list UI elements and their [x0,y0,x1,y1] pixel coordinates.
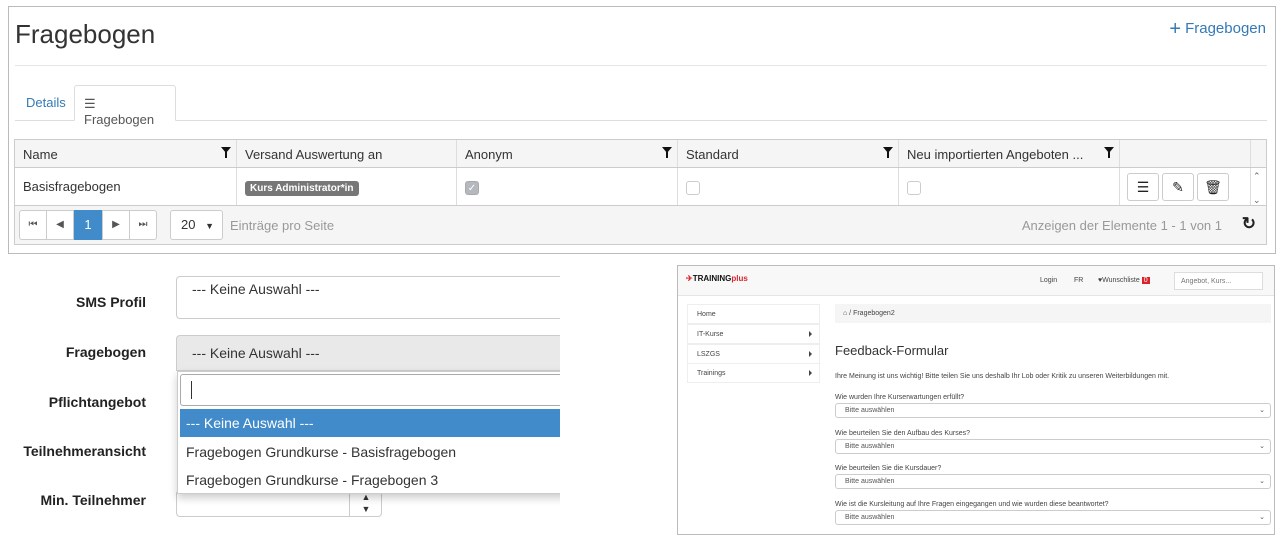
course-form-excerpt: SMS Profil --- Keine Auswahl --- Fragebo… [0,265,560,539]
language-link[interactable]: FR [1074,277,1083,284]
questions-list-button[interactable]: ☰ [1127,173,1159,201]
column-header-actions [1120,140,1251,167]
tab-bar [15,120,1267,121]
wishlist-count-badge: 0 [1141,277,1150,284]
plus-icon: + [1169,18,1182,40]
column-header-neu-importiert[interactable]: Neu importierten Angeboten ... [899,140,1120,167]
filter-icon[interactable] [883,147,893,158]
column-header-standard[interactable]: Standard [678,140,899,167]
chevron-right-icon [809,331,812,337]
column-header-anonym[interactable]: Anonym [457,140,678,167]
label-sms-profil: SMS Profil [75,294,146,310]
question-label: Wie beurteilen Sie den Aufbau des Kurses… [835,430,971,437]
column-header-versand[interactable]: Versand Auswertung an [237,140,457,167]
chevron-down-icon: ⌄ [1259,443,1265,450]
label-min-teilnehmer: Min. Teilnehmer [40,492,146,508]
text-cursor [191,381,192,399]
question-select[interactable]: Bitte auswählen ⌄ [835,474,1271,489]
cell-neu-importiert [899,168,1120,205]
question-label: Wie ist die Kursleitung auf Ihre Fragen … [835,501,1109,508]
question-select[interactable]: Bitte auswählen ⌄ [835,403,1271,418]
delete-button[interactable]: 🗑 [1197,173,1229,201]
page-size-label: Einträge pro Seite [230,218,335,233]
fragebogen-dropdown: --- Keine Auswahl --- Fragebogen Grundku… [177,371,560,494]
edit-button[interactable]: ✎ [1162,173,1194,201]
page-title: Fragebogen [15,19,156,49]
page-1-button[interactable]: 1 [74,210,102,240]
label-teilnehmeransicht: Teilnehmeransicht [23,443,146,459]
label-pflichtangebot: Pflichtangebot [48,394,146,410]
sidebar-item-lszgs[interactable]: LSZGS [687,344,820,364]
vertical-scrollbar[interactable]: ⌃ ⌄ [1253,168,1261,206]
stepper-buttons[interactable]: ▲ ▼ [349,491,382,516]
cell-standard [678,168,899,205]
question-select[interactable]: Bitte auswählen ⌄ [835,510,1271,525]
pager-info: Anzeigen der Elemente 1 - 1 von 1 [1021,218,1222,233]
trainingplus-logo[interactable]: ✈TRAININGplus [686,274,748,283]
form-intro: Ihre Meinung ist uns wichtig! Bitte teil… [835,373,1170,380]
home-icon[interactable]: ⌂ [843,310,847,317]
label-fragebogen: Fragebogen [65,344,146,360]
grid-pager: ⏮ ◀ 1 ▶ ⏭ 20 ▼ Einträge pro Seite Anzeig… [15,206,1266,244]
chevron-right-icon [809,370,812,376]
column-header-name[interactable]: Name [15,140,237,167]
dropdown-search-input[interactable] [180,374,560,406]
breadcrumb: ⌂ / Fragebogen2 [835,304,1271,323]
dropdown-option[interactable]: Fragebogen Grundkurse - Basisfragebogen [180,438,560,466]
login-link[interactable]: Login [1040,277,1057,284]
recipient-badge: Kurs Administrator*in [245,181,359,196]
tab-details[interactable]: Details [17,85,75,121]
site-search-input[interactable] [1174,272,1263,290]
question-select[interactable]: Bitte auswählen ⌄ [835,439,1271,454]
grid-header: Name Versand Auswertung an Anonym Standa… [15,140,1266,168]
min-teilnehmer-stepper[interactable]: ▲ ▼ [176,490,382,517]
cell-actions: ☰ ✎ 🗑 [1120,168,1251,205]
chevron-down-icon: ⌄ [1259,478,1265,485]
question-label: Wie beurteilen Sie die Kursdauer? [835,465,942,472]
last-page-button[interactable]: ⏭ [129,210,157,240]
previous-page-button[interactable]: ◀ [46,210,74,240]
anonym-checkbox: ✓ [465,181,479,195]
table-row[interactable]: Basisfragebogen Kurs Administrator*in ✓ … [15,168,1266,206]
tab-fragebogen[interactable]: ☰ Fragebogen [74,85,176,127]
fragebogen-select[interactable]: --- Keine Auswahl --- [176,335,560,371]
standard-checkbox [686,181,700,195]
add-questionnaire-button[interactable]: + Fragebogen [1169,18,1266,41]
refresh-icon[interactable]: ↻ [1242,214,1256,234]
next-page-button[interactable]: ▶ [102,210,130,240]
filter-icon[interactable] [221,147,231,158]
dropdown-option-selected[interactable]: --- Keine Auswahl --- [180,409,560,437]
chevron-down-icon: ⌄ [1259,514,1265,521]
site-navbar: ✈TRAININGplus Login FR ♥Wunschliste 0 [678,266,1274,296]
sms-profil-select[interactable]: --- Keine Auswahl --- [176,276,560,319]
dropdown-option[interactable]: Fragebogen Grundkurse - Fragebogen 3 [180,466,560,494]
wishlist-link[interactable]: ♥Wunschliste 0 [1098,277,1150,284]
neu-importiert-checkbox [907,181,921,195]
cell-name: Basisfragebogen [15,168,237,205]
list-icon: ☰ [84,96,96,111]
cell-anonym: ✓ [457,168,678,205]
first-page-button[interactable]: ⏮ [19,210,47,240]
questionnaire-grid: Name Versand Auswertung an Anonym Standa… [14,139,1267,245]
cell-versand: Kurs Administrator*in [237,168,457,205]
chevron-right-icon [809,351,812,357]
question-label: Wie wurden Ihre Kurserwartungen erfüllt? [835,394,965,401]
divider [15,65,1267,66]
feedback-form-preview: ✈TRAININGplus Login FR ♥Wunschliste 0 Ho… [677,265,1275,535]
form-title: Feedback-Formular [835,343,949,358]
sidebar-item-home[interactable]: Home [687,304,820,324]
filter-icon[interactable] [662,147,672,158]
caret-down-icon: ▼ [205,221,215,231]
sidebar-item-it-kurse[interactable]: IT-Kurse [687,324,820,344]
page-size-select[interactable]: 20 ▼ [170,210,223,240]
questionnaire-admin-panel: Fragebogen + Fragebogen Details ☰ Fragebo… [8,6,1276,254]
chevron-down-icon: ⌄ [1259,407,1265,414]
sidebar-item-trainings[interactable]: Trainings [687,363,820,383]
filter-icon[interactable] [1104,147,1114,158]
